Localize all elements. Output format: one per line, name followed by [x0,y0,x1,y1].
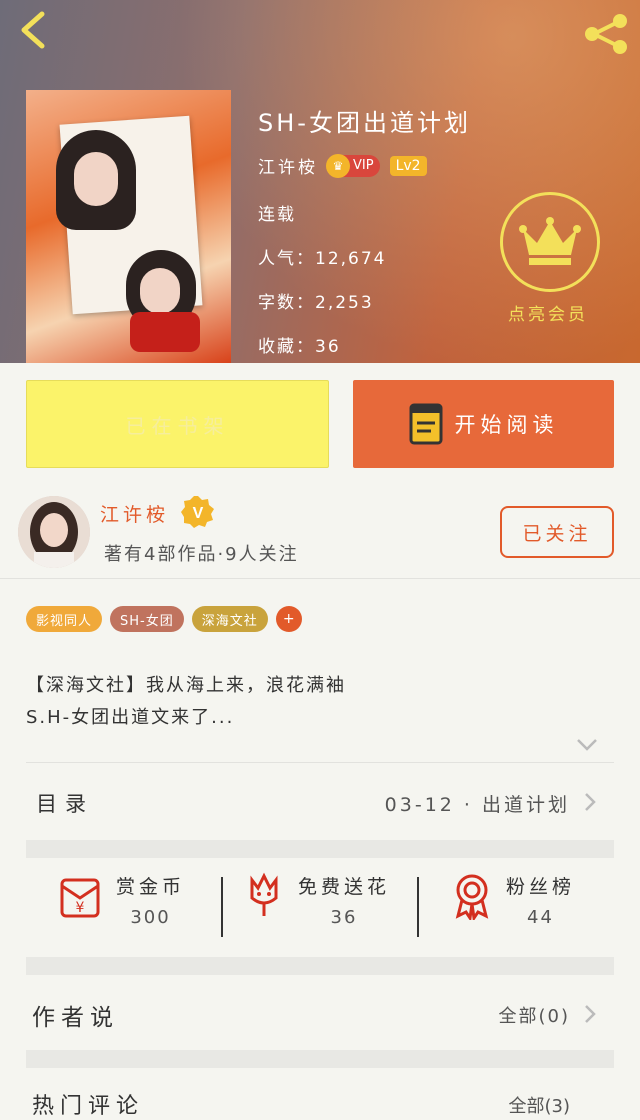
verified-badge-icon: V [181,496,214,528]
author-name[interactable]: 江许桉 [100,500,169,527]
stat-value: 300 [130,907,171,928]
toc-label[interactable]: 目录 [36,788,94,818]
latest-chapter[interactable]: 03-12 · 出道计划 [385,790,570,817]
start-reading-button[interactable]: 开始阅读 [353,380,614,468]
hot-comments-label[interactable]: 热门评论 [32,1088,144,1120]
stat-label: 赏金币 [116,876,186,898]
description-line: 【深海文社】我从海上来，浪花满袖 [26,675,346,696]
author-says-all[interactable]: 全部(0) [499,1002,571,1028]
section-divider [26,840,614,858]
divider [26,762,614,763]
avatar[interactable] [18,496,90,568]
stat-label: 免费送花 [298,876,391,898]
tag-item[interactable]: SH-女团 [110,606,184,632]
reward-coins[interactable]: ¥ 赏金币 300 [58,872,185,928]
share-icon[interactable] [582,14,630,54]
stat-value: 44 [527,907,554,928]
flower-icon [250,872,278,916]
author-name-header[interactable]: 江许桉 [258,153,318,178]
stat-label: 粉丝榜 [506,876,576,898]
chevron-right-icon[interactable] [584,1004,596,1024]
stat-value: 36 [330,907,358,928]
word-count: 字数：2,253 [258,293,374,313]
divider [417,877,419,937]
popularity: 人气：12,674 [258,249,387,269]
crown-icon [519,217,581,265]
book-cover-image[interactable] [26,90,231,363]
add-tag-button[interactable]: + [275,606,302,632]
vip-label: VIP [353,158,374,173]
verified-badge-label: V [193,505,204,522]
section-divider [26,957,614,975]
collections: 收藏：36 [258,337,341,357]
divider [0,578,640,579]
level-badge: Lv2 [389,155,427,176]
back-arrow-icon[interactable] [14,10,54,50]
red-envelope-coin-icon: ¥ [60,878,100,918]
hot-comments-all[interactable]: 全部(3) [509,1092,571,1118]
ribbon-medal-icon [455,874,489,920]
tag-list: 影视同人 SH-女团 深海文社 + [26,606,302,632]
follow-button[interactable]: 已关注 [500,506,614,558]
tag-item[interactable]: 深海文社 [191,606,268,632]
serial-status: 连载 [258,205,296,225]
crown-icon: ♛ [326,153,350,178]
book-description[interactable]: 【深海文社】我从海上来，浪花满袖 S.H-女团出道文来了... [26,670,346,734]
author-line: 江许桉 ♛ VIP Lv2 [258,153,427,178]
description-line: S.H-女团出道文来了... [26,707,235,728]
svg-text:¥: ¥ [76,900,85,916]
start-reading-label: 开始阅读 [454,413,559,437]
chevron-down-icon[interactable] [576,738,598,752]
section-divider [26,1050,614,1068]
member-label[interactable]: 点亮会员 [508,300,588,325]
member-button[interactable] [500,192,600,292]
book-icon [409,403,442,445]
tag-item[interactable]: 影视同人 [26,606,103,632]
author-says-label[interactable]: 作者说 [32,998,119,1032]
send-flowers[interactable]: 免费送花 36 [244,872,390,928]
chevron-right-icon[interactable] [584,792,596,812]
in-shelf-button[interactable]: 已在书架 [26,380,329,468]
book-title: SH-女团出道计划 [258,109,471,137]
vip-badge: ♛ VIP [326,153,380,178]
divider [221,877,223,937]
fan-ranking[interactable]: 粉丝榜 44 [452,872,575,928]
author-summary: 著有4部作品·9人关注 [104,544,299,565]
